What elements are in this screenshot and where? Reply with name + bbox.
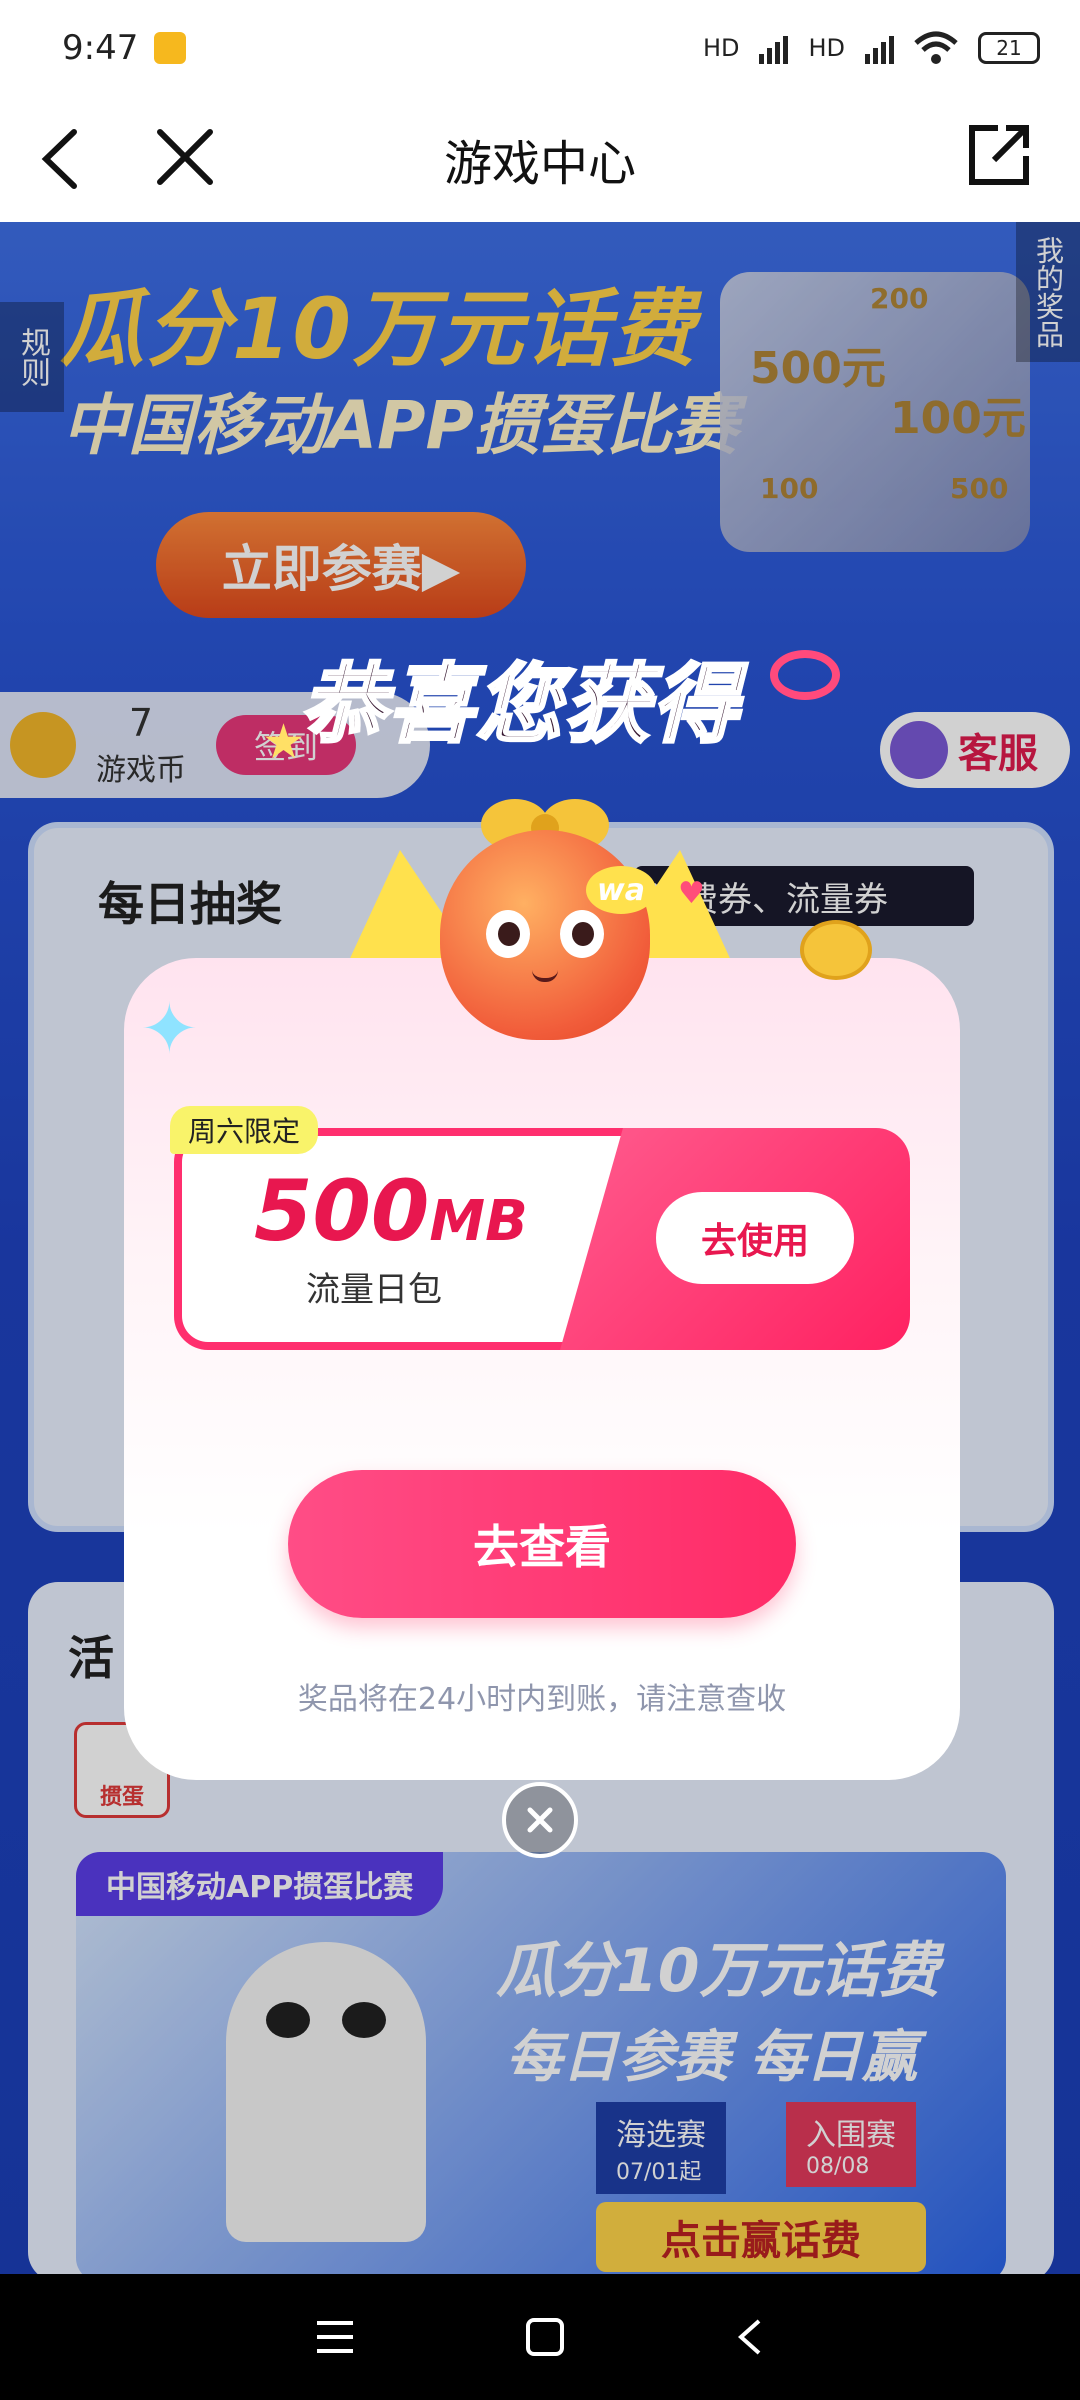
top-nav-bar: 游戏中心: [0, 96, 1080, 222]
star-icon: ★: [262, 714, 306, 770]
ribbon-icon: [770, 650, 840, 700]
coupon-amount-value: 500: [254, 1162, 430, 1260]
close-icon: [527, 1807, 553, 1833]
network-label-1: HD: [702, 34, 740, 62]
sparkle-icon: ✦: [140, 988, 199, 1070]
data-coupon-card: 周六限定 500MB 流量日包 去使用: [170, 1106, 910, 1350]
coupon-unit: MB: [429, 1189, 528, 1254]
mascot-eye: [486, 910, 530, 958]
signal-icon-2: [865, 32, 894, 64]
notification-icon: [154, 32, 187, 64]
menu-icon[interactable]: [315, 2319, 355, 2355]
mascot-eye: [560, 910, 604, 958]
saturday-only-tag: 周六限定: [170, 1106, 319, 1154]
mascot-character: [440, 830, 650, 1040]
close-icon[interactable]: [150, 122, 220, 192]
modal-close-button[interactable]: [502, 1782, 578, 1858]
share-icon[interactable]: [964, 120, 1034, 190]
prize-modal: [124, 958, 960, 1780]
back-icon[interactable]: [735, 2317, 765, 2357]
view-prize-button[interactable]: 去查看: [288, 1470, 796, 1618]
heart-icon: ♥: [678, 876, 705, 911]
mascot-speech-bubble: wa: [586, 866, 656, 914]
congrats-headline: 恭喜您获得: [299, 654, 740, 757]
network-label-2: HD: [808, 34, 845, 62]
back-arrow-icon[interactable]: [34, 124, 84, 194]
status-bar: 9:47 HD HD 21: [0, 0, 1080, 96]
use-coupon-button[interactable]: 去使用: [656, 1192, 854, 1284]
signal-icon-1: [759, 32, 789, 64]
coupon-description: 流量日包: [306, 1270, 442, 1310]
arrival-notice: 奖品将在24小时内到账，请注意查收: [297, 1682, 787, 1717]
mascot-mouth: [532, 970, 558, 982]
system-nav-bar: [0, 2274, 1080, 2400]
home-icon[interactable]: [525, 2317, 565, 2357]
status-time: 9:47: [62, 28, 139, 68]
gold-coin-icon: [800, 920, 872, 980]
wifi-icon: [914, 31, 958, 64]
battery-icon: 21: [978, 32, 1040, 64]
coupon-amount: 500MB: [254, 1162, 528, 1260]
